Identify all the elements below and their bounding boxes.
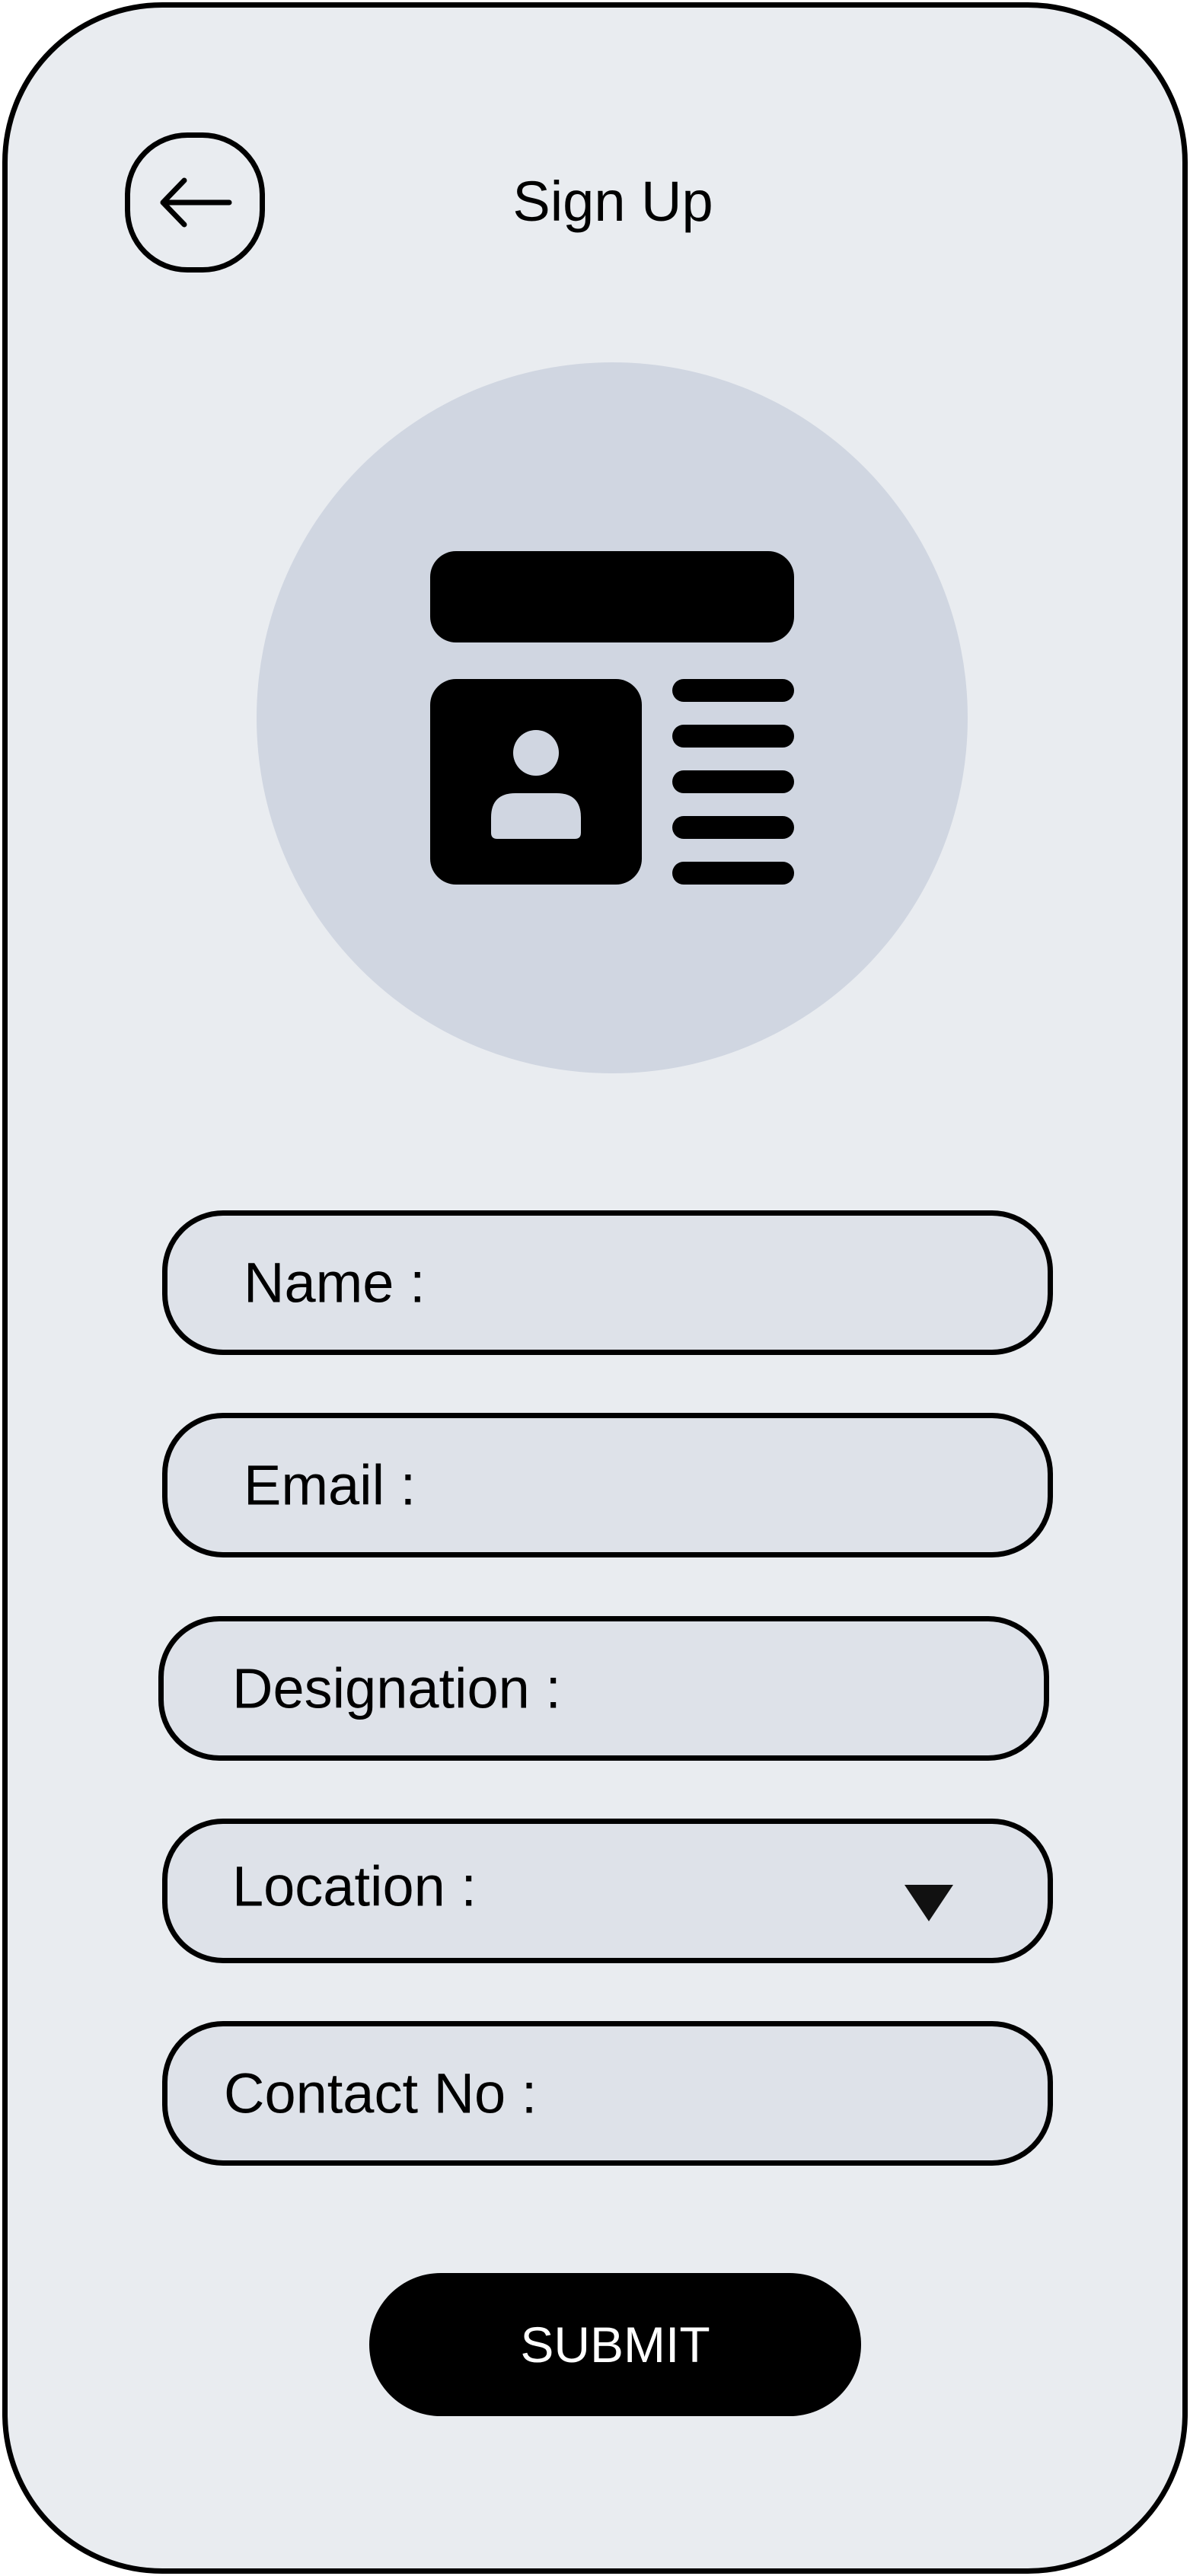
location-label: Location : bbox=[232, 1854, 477, 1918]
contact-no-field[interactable]: Contact No : bbox=[162, 2021, 1053, 2166]
name-field[interactable]: Name : bbox=[162, 1210, 1053, 1355]
designation-field[interactable]: Designation : bbox=[158, 1616, 1049, 1761]
name-label: Name : bbox=[244, 1251, 426, 1315]
contact-no-label: Contact No : bbox=[224, 2061, 538, 2125]
designation-label: Designation : bbox=[232, 1656, 561, 1720]
back-button[interactable] bbox=[125, 132, 265, 273]
triangle-down-icon[interactable] bbox=[904, 1885, 953, 1921]
email-field[interactable]: Email : bbox=[162, 1413, 1053, 1557]
avatar-circle bbox=[257, 362, 968, 1073]
phone-frame: Sign Up Name : Email : Designation : Loc… bbox=[2, 2, 1188, 2574]
id-card-profile-icon bbox=[430, 551, 794, 885]
arrow-left-icon bbox=[160, 177, 232, 228]
location-select[interactable]: Location : bbox=[162, 1819, 1053, 1963]
submit-button[interactable]: SUBMIT bbox=[369, 2273, 861, 2416]
email-label: Email : bbox=[244, 1453, 416, 1517]
page-title: Sign Up bbox=[512, 170, 713, 233]
